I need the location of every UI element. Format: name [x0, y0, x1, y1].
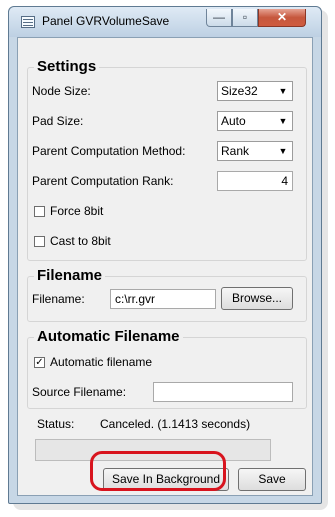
annotation-highlight — [90, 451, 226, 491]
filename-label: Filename: — [32, 292, 85, 306]
filename-group-title: Filename — [34, 266, 106, 286]
auto-filename-group-title: Automatic Filename — [34, 327, 183, 347]
force-8bit-label[interactable]: Force 8bit — [50, 204, 103, 219]
maximize-button[interactable]: ▫ — [232, 9, 258, 27]
client-area: Settings Node Size: Size32 ▼ Pad Size: A… — [17, 37, 313, 496]
panel-window: Panel GVRVolumeSave — ▫ ✕ Settings Node … — [8, 6, 322, 504]
parent-method-select[interactable]: Rank ▼ — [217, 141, 293, 161]
node-size-label: Node Size: — [32, 84, 91, 98]
parent-rank-label: Parent Computation Rank: — [32, 174, 174, 188]
parent-method-value: Rank — [221, 144, 250, 158]
minimize-button[interactable]: — — [206, 9, 232, 27]
status-label: Status: — [37, 417, 75, 431]
settings-group: Settings Node Size: Size32 ▼ Pad Size: A… — [27, 57, 307, 261]
auto-filename-checkbox[interactable]: ✓ — [34, 357, 45, 368]
browse-button[interactable]: Browse... — [221, 287, 293, 310]
pad-size-value: Auto — [221, 114, 246, 128]
status-text: Canceled. (1.1413 seconds) — [100, 417, 251, 431]
auto-filename-label[interactable]: Automatic filename — [50, 355, 152, 370]
cast-8bit-checkbox[interactable] — [34, 236, 45, 247]
parent-method-label: Parent Computation Method: — [32, 144, 186, 158]
force-8bit-checkbox[interactable] — [34, 206, 45, 217]
parent-rank-input[interactable]: 4 — [217, 171, 293, 191]
cast-8bit-label[interactable]: Cast to 8bit — [50, 234, 111, 249]
chevron-down-icon[interactable]: ▼ — [275, 143, 291, 159]
auto-filename-group: Automatic Filename ✓ Automatic filename … — [27, 327, 307, 409]
close-button[interactable]: ✕ — [258, 9, 306, 27]
chevron-down-icon[interactable]: ▼ — [275, 83, 291, 99]
app-icon — [21, 16, 35, 28]
node-size-select[interactable]: Size32 ▼ — [217, 81, 293, 101]
source-filename-label: Source Filename: — [32, 385, 127, 399]
title-bar[interactable]: Panel GVRVolumeSave — ▫ ✕ — [9, 7, 321, 37]
settings-group-title: Settings — [34, 57, 100, 77]
filename-group: Filename Filename: c:\rr.gvr Browse... — [27, 266, 307, 322]
source-filename-input[interactable] — [153, 382, 293, 402]
pad-size-label: Pad Size: — [32, 114, 84, 128]
chevron-down-icon[interactable]: ▼ — [275, 113, 291, 129]
window-title: Panel GVRVolumeSave — [42, 14, 170, 28]
save-button[interactable]: Save — [238, 468, 306, 491]
pad-size-select[interactable]: Auto ▼ — [217, 111, 293, 131]
filename-input[interactable]: c:\rr.gvr — [110, 289, 216, 309]
node-size-value: Size32 — [221, 84, 258, 98]
